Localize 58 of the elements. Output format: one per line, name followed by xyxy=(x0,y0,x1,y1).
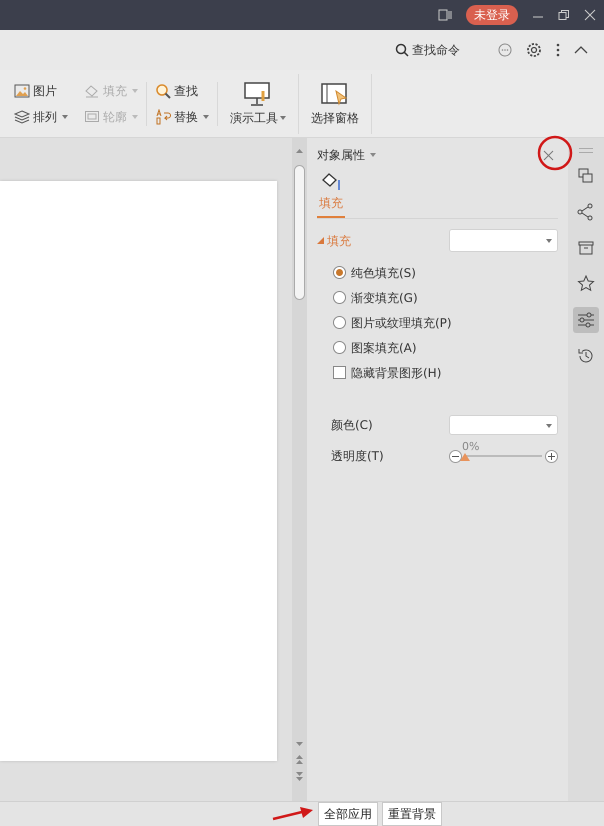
increase-button[interactable] xyxy=(545,450,558,462)
fill-icon xyxy=(84,84,100,98)
caret-icon[interactable] xyxy=(546,239,552,243)
radio-option[interactable]: 渐变填充(G) xyxy=(333,285,558,310)
ribbon-button[interactable]: 演示工具 xyxy=(218,74,299,134)
ribbon-button[interactable]: 查找 xyxy=(155,82,209,100)
radio-option[interactable]: 图片或纹理填充(P) xyxy=(333,310,558,335)
next-page-icon[interactable] xyxy=(296,772,303,781)
annotation-arrow xyxy=(272,806,314,822)
expand-triangle-icon[interactable] xyxy=(317,237,324,244)
checkbox-option[interactable]: 隐藏背景图形(H) xyxy=(333,360,558,385)
collapse-icon[interactable] xyxy=(574,45,588,55)
scroll-up-icon[interactable] xyxy=(296,148,303,153)
replace-icon xyxy=(155,108,171,124)
panel-button[interactable]: 全部应用 xyxy=(318,802,378,826)
color-dropdown[interactable] xyxy=(449,415,558,435)
login-badge[interactable]: 未登录 xyxy=(466,5,518,25)
plus-icon xyxy=(548,452,555,460)
panel-title-dropdown[interactable]: 对象属性 xyxy=(317,146,376,164)
annotation-circle xyxy=(537,135,573,171)
reading-mode-icon[interactable] xyxy=(438,9,452,21)
caret-icon[interactable] xyxy=(62,114,68,118)
image-icon xyxy=(14,84,30,98)
caret-icon[interactable] xyxy=(370,153,376,157)
transparency-reading: 0% xyxy=(462,439,480,455)
drag-handle-icon[interactable] xyxy=(579,148,593,153)
previous-page-icon[interactable] xyxy=(296,755,303,764)
layers-icon xyxy=(14,110,30,124)
ribbon-button[interactable]: 选择窗格 xyxy=(299,74,372,134)
more-icon[interactable] xyxy=(556,43,560,57)
monitor-icon xyxy=(243,80,273,106)
fill-bucket-icon xyxy=(321,172,341,192)
settings-icon[interactable] xyxy=(526,42,542,58)
outline-icon xyxy=(84,110,100,124)
chat-icon[interactable] xyxy=(498,43,512,57)
sliders-icon[interactable] xyxy=(573,307,599,333)
search-icon xyxy=(155,82,171,98)
slider-thumb[interactable] xyxy=(460,453,470,461)
caret-icon[interactable] xyxy=(203,114,209,118)
caret-icon[interactable] xyxy=(280,116,286,120)
pane-icon xyxy=(320,80,350,106)
scrollbar-thumb[interactable] xyxy=(294,165,305,300)
ribbon-button[interactable]: 替换 xyxy=(155,108,209,126)
decrease-button[interactable] xyxy=(449,450,462,462)
close-icon[interactable] xyxy=(584,9,596,21)
panel-button[interactable]: 重置背景 xyxy=(382,802,442,826)
color-label: 颜色(C) xyxy=(331,417,373,434)
search-command-button[interactable]: 查找命令 xyxy=(395,41,460,59)
scroll-down-icon[interactable] xyxy=(296,742,303,747)
close-icon[interactable] xyxy=(543,150,554,160)
ribbon-button[interactable]: 图片 xyxy=(14,82,68,100)
radio-option[interactable]: 图案填充(A) xyxy=(333,335,558,360)
ribbon-button[interactable]: 排列 xyxy=(14,108,68,126)
transparency-label: 透明度(T) xyxy=(331,448,384,465)
radio-option[interactable]: 纯色填充(S) xyxy=(333,260,558,285)
search-icon xyxy=(395,43,409,57)
caret-icon[interactable] xyxy=(546,424,552,428)
restore-icon[interactable] xyxy=(558,9,570,21)
